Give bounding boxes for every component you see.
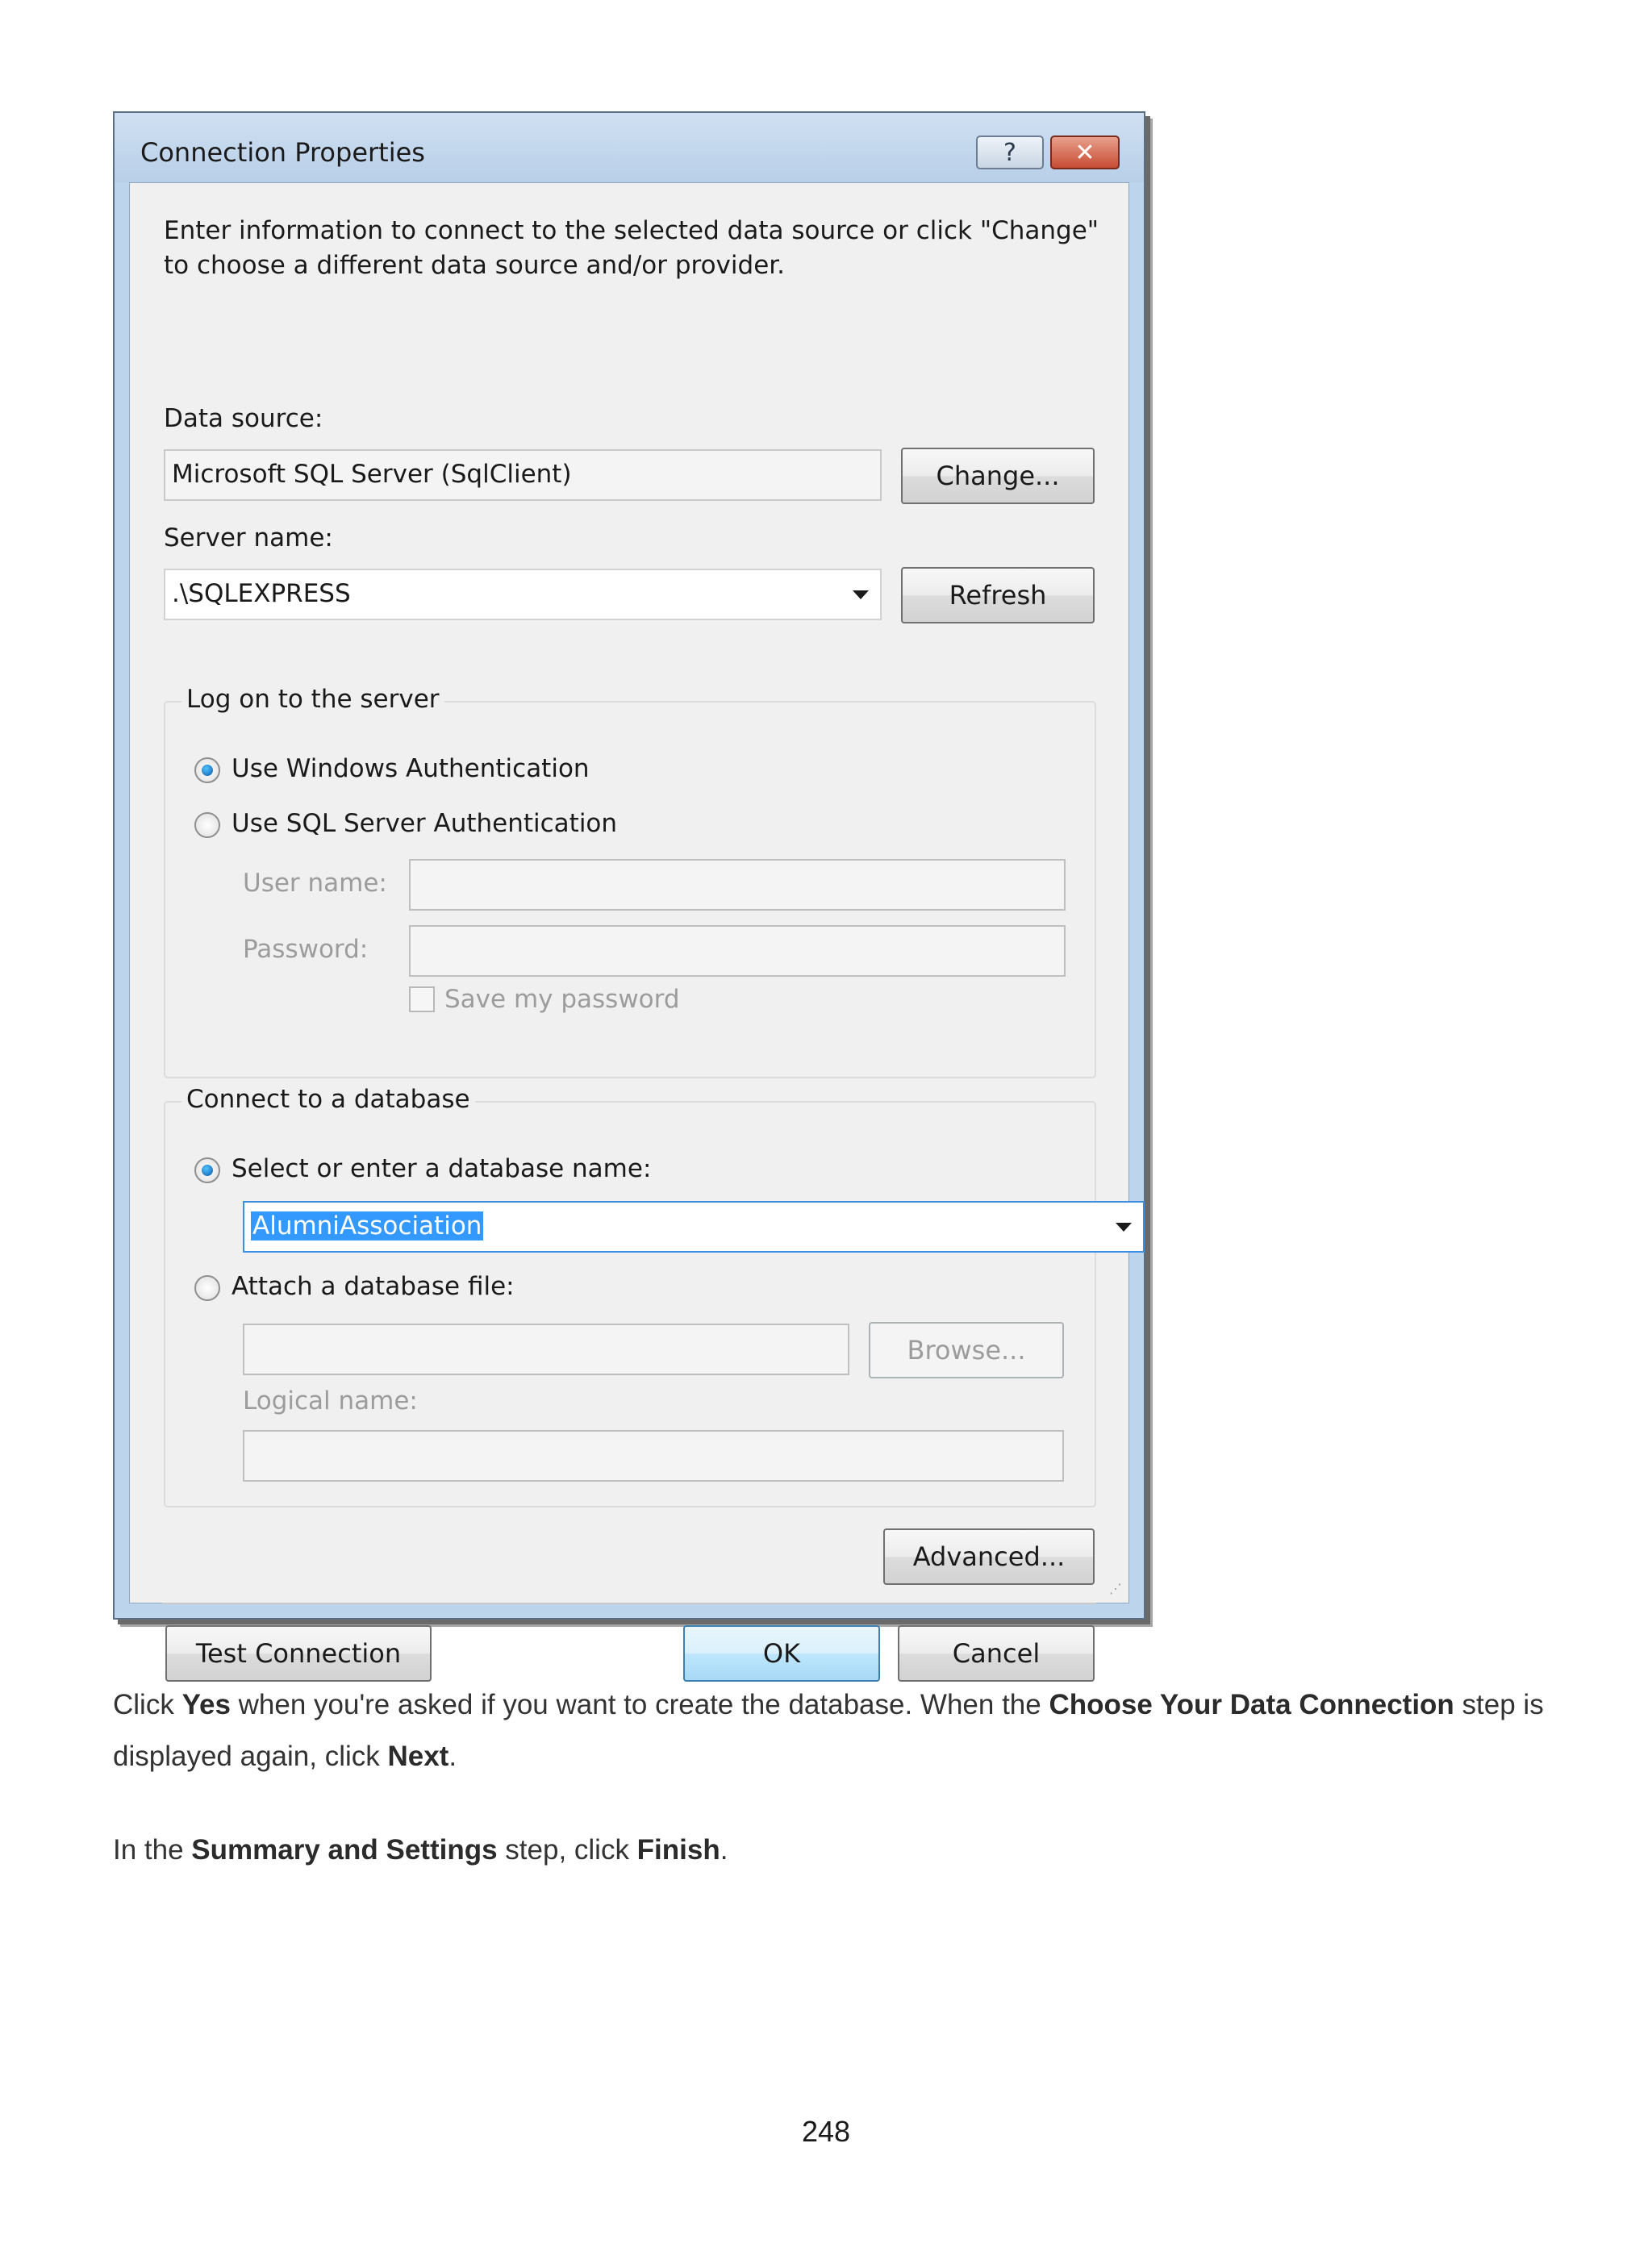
select-database-label[interactable]: Select or enter a database name: <box>232 1154 651 1183</box>
text-run: when you're asked if you want to create … <box>230 1689 1049 1720</box>
data-source-label: Data source: <box>164 404 323 433</box>
advanced-button[interactable]: Advanced... <box>883 1528 1095 1585</box>
ok-button[interactable]: OK <box>683 1625 880 1682</box>
logical-name-label: Logical name: <box>243 1386 418 1416</box>
separator <box>162 1603 1096 1604</box>
select-database-radio[interactable] <box>194 1157 220 1183</box>
password-input[interactable] <box>409 925 1066 977</box>
database-name-value: AlumniAssociation <box>251 1211 484 1240</box>
help-icon: ? <box>1003 138 1016 167</box>
attach-file-label[interactable]: Attach a database file: <box>232 1272 515 1301</box>
server-name-label: Server name: <box>164 523 333 552</box>
bold-yes: Yes <box>181 1689 231 1720</box>
instruction-paragraph-1: Click Yes when you're asked if you want … <box>113 1679 1549 1783</box>
text-run: . <box>720 1834 728 1866</box>
text-run: In the <box>113 1834 192 1866</box>
text-run: . <box>448 1741 457 1772</box>
cancel-button[interactable]: Cancel <box>898 1625 1095 1682</box>
dialog-title: Connection Properties <box>140 137 425 168</box>
database-name-combobox[interactable]: AlumniAssociation <box>243 1201 1145 1253</box>
sql-auth-label[interactable]: Use SQL Server Authentication <box>232 809 617 838</box>
save-password-checkbox[interactable] <box>409 986 435 1012</box>
help-button[interactable]: ? <box>976 136 1044 169</box>
connection-properties-dialog: Connection Properties ? ✕ Enter informat… <box>113 111 1145 1682</box>
resize-grip-icon[interactable]: ⋰ <box>1109 1581 1122 1596</box>
intro-text: Enter information to connect to the sele… <box>164 216 1099 280</box>
text-run: Click <box>113 1689 182 1720</box>
password-label: Password: <box>243 935 369 964</box>
title-bar[interactable]: Connection Properties ? ✕ <box>115 113 1144 182</box>
bold-choose-data-connection: Choose Your Data Connection <box>1049 1689 1454 1720</box>
windows-auth-radio[interactable] <box>194 757 220 783</box>
test-connection-button[interactable]: Test Connection <box>165 1625 432 1682</box>
browse-button[interactable]: Browse... <box>869 1322 1064 1378</box>
page-number: 248 <box>801 2115 851 2148</box>
bold-finish: Finish <box>636 1834 720 1866</box>
server-name-combobox[interactable]: .\SQLEXPRESS <box>164 569 882 620</box>
data-source-field: Microsoft SQL Server (SqlClient) <box>164 449 882 501</box>
database-file-input[interactable] <box>243 1324 849 1375</box>
user-name-label: User name: <box>243 869 387 898</box>
chevron-down-icon[interactable] <box>1116 1223 1132 1232</box>
bold-next: Next <box>387 1741 449 1772</box>
instruction-paragraph-2: In the Summary and Settings step, click … <box>113 1824 1549 1876</box>
logon-group-title: Log on to the server <box>181 685 444 714</box>
dialog-client-area: Enter information to connect to the sele… <box>129 182 1145 1682</box>
logical-name-input[interactable] <box>243 1430 1064 1482</box>
text-run: step, click <box>497 1834 637 1866</box>
bold-summary-and-settings: Summary and Settings <box>191 1834 498 1866</box>
attach-file-radio[interactable] <box>194 1275 220 1301</box>
windows-auth-label[interactable]: Use Windows Authentication <box>232 754 590 783</box>
sql-auth-radio[interactable] <box>194 812 220 838</box>
server-name-value: .\SQLEXPRESS <box>172 579 351 608</box>
refresh-button[interactable]: Refresh <box>901 567 1095 623</box>
close-icon: ✕ <box>1074 138 1095 167</box>
save-password-label[interactable]: Save my password <box>444 985 680 1014</box>
change-button[interactable]: Change... <box>901 448 1095 504</box>
chevron-down-icon[interactable] <box>853 590 869 599</box>
user-name-input[interactable] <box>409 859 1066 911</box>
database-group-title: Connect to a database <box>181 1085 475 1114</box>
close-button[interactable]: ✕ <box>1050 136 1120 169</box>
